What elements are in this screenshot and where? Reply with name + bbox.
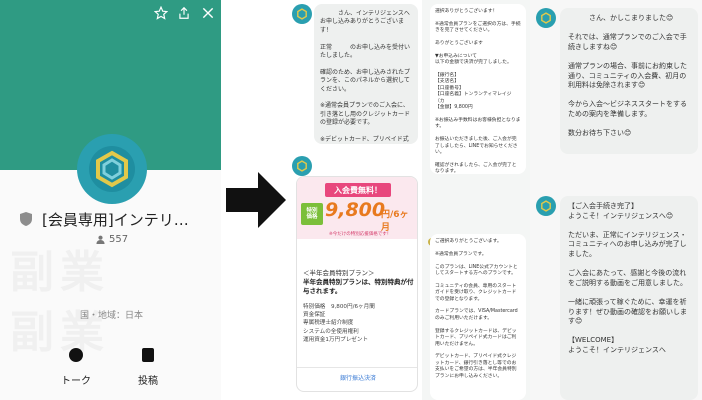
close-icon[interactable] [199,4,217,22]
chat-bubble: ご選択ありがとうございます。 ※通常会員プランです。 このプランは、LINE公式… [430,234,526,400]
message-text: さん、かしこまりました😊 それでは、通常プランでのご入会で手続きしますね😊 通常… [568,14,687,138]
right-arrow-icon [226,172,286,228]
list-item: 専属税理士紹介制度 [303,320,354,327]
tab-talk[interactable]: トーク [56,348,96,387]
account-name-row: [会員専用]インテリ… [20,208,221,230]
bank-transfer-link[interactable]: 銀行振込決済 [297,373,417,382]
promo-description: 半年会員特別プランは、特別特典が付与されます。 [303,278,414,295]
friend-count: 557 [109,234,129,245]
promo-price: 9,800 [325,199,386,221]
bot-avatar [536,8,556,28]
promo-price-unit: 円/6ヶ月 [381,210,409,233]
message-text: ご選択ありがとうございます。 ※通常会員プランです。 このプランは、LINE公式… [435,239,518,379]
list-item: システムの全使用権利 [303,328,359,335]
document-icon [142,348,154,362]
message-text: 選択ありがとうございます！ ※通常会員プランをご選択の方は、手続きを完了させてく… [435,9,521,174]
person-icon [96,235,105,244]
tab-label: トーク [61,376,91,387]
chat-column-3: さん、かしこまりました😊 それでは、通常プランでのご入会で手続きしますね😊 通常… [530,0,702,400]
promo-title: ＜半年会員特別プラン＞ [303,269,375,277]
list-item: 特別価格 9,800円/6ヶ月間 [303,304,375,310]
tab-posts[interactable]: 投稿 [128,348,168,387]
chat-column-2: 選択ありがとうございます！ ※通常会員プランをご選択の方は、手続きを完了させてく… [422,0,530,400]
message-text: さん、インテリジェンスへお申し込みありがとうございます！ 正常 のお申し込みを受… [320,10,411,144]
tab-label: 投稿 [138,376,158,387]
promo-ribbon: 入会費無料！ [325,183,391,197]
chat-bubble: 【ご入会手続き完了】 ようこそ！インテリジェンスへ😊 ただいま、正常にインテリジ… [560,196,698,400]
bot-avatar [536,196,556,216]
shield-icon [20,212,32,226]
star-icon[interactable] [152,4,170,22]
bot-avatar [292,156,312,176]
special-price-tag: 特別 価格 [301,203,323,225]
account-avatar[interactable] [77,134,147,204]
bot-avatar [292,4,312,24]
chat-icon [69,348,83,362]
promo-note: ※今だけの特別応援価格です！ [329,232,392,237]
chat-bubble: さん、かしこまりました😊 それでは、通常プランでのご入会で手続きしますね😊 通常… [560,8,698,154]
list-item: 運用資金1万円プレゼント [303,336,369,343]
region-label: 国・地域：日本 [80,311,144,321]
chat-bubble: さん、インテリジェンスへお申し込みありがとうございます！ 正常 のお申し込みを受… [314,4,418,144]
account-name: [会員専用]インテリ… [42,210,189,229]
friend-count-row: 557 [96,234,128,245]
line-profile-panel: 副業 副業 [会員専用]インテリ… 557 国・地域：日本 トーク 投稿 [0,0,221,400]
chat-bubble: 選択ありがとうございます！ ※通常会員プランをご選択の方は、手続きを完了させてく… [430,4,526,174]
watermark: 副業 [10,236,110,300]
message-text: 【ご入会手続き完了】 ようこそ！インテリジェンスへ😊 ただいま、正常にインテリジ… [568,202,687,354]
promo-feature-list: 特別価格 9,800円/6ヶ月間 資金保証 専属税理士紹介制度 システムの全使用… [303,303,415,344]
share-icon[interactable] [175,4,193,22]
list-item: 資金保証 [303,312,326,319]
promo-card[interactable]: 入会費無料！ 特別 価格 9,800 円/6ヶ月 ※今だけの特別応援価格です！ … [296,176,418,392]
divider [297,367,417,368]
